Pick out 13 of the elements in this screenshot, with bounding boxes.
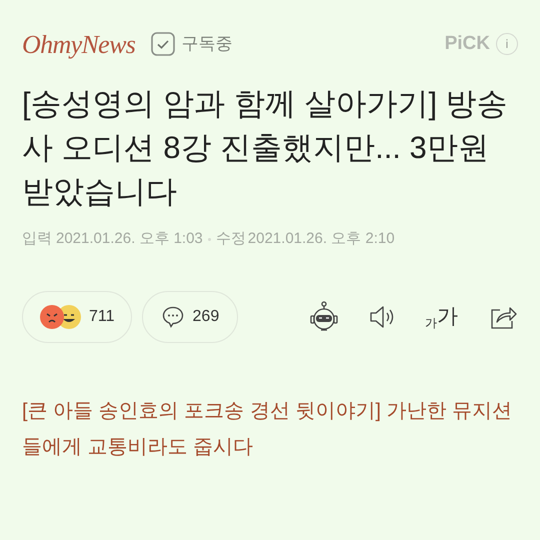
date-text: 2021.01.26. 오후 2:10 [248, 229, 395, 249]
comment-button[interactable]: 269 [142, 290, 238, 342]
subscribe-button[interactable]: 구독중 [151, 31, 232, 57]
reaction-button[interactable]: 711 [22, 290, 132, 342]
pick-label: PiCK [444, 32, 490, 56]
date-label: 입력 [22, 229, 52, 249]
emoji-icon [39, 304, 81, 330]
article-headline: [송성영의 암과 함께 살아가기] 방송사 오디션 8강 진출했지만... 3만원 받았습니다 [22, 85, 509, 211]
date-text: 2021.01.26. 오후 1:03 [56, 229, 203, 249]
comment-icon [160, 304, 185, 328]
date-label: 수정 [216, 229, 246, 249]
logo[interactable]: OhmyNews [22, 24, 136, 64]
related-article-link[interactable]: [큰 아들 송인효의 포크송 경선 뒷이야기] 가난한 뮤지션들에게 교통비라도 줍시다 [22, 392, 512, 464]
